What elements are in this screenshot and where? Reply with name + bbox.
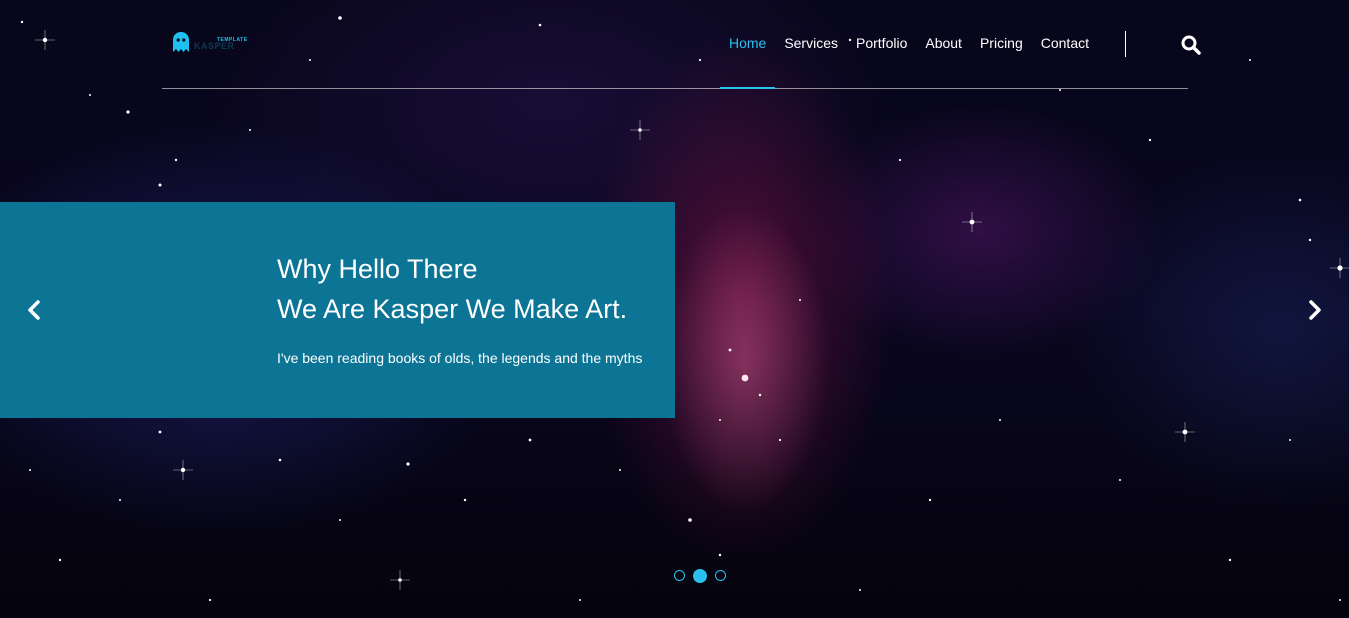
logo-name: KASPER (194, 41, 235, 51)
slider-indicator-1[interactable] (674, 570, 685, 581)
slide-title: Why Hello There We Are Kasper We Make Ar… (277, 249, 627, 329)
slider-prev-button[interactable] (22, 298, 46, 322)
nav-services[interactable]: Services (775, 0, 847, 88)
site-header: TEMPLATE KASPER Home Services Portfolio … (162, 0, 1201, 89)
slider-indicators (674, 569, 726, 583)
slider-indicator-3[interactable] (715, 570, 726, 581)
nav-about[interactable]: About (916, 0, 971, 88)
slider-next-button[interactable] (1303, 298, 1327, 322)
ghost-icon (173, 32, 189, 52)
hero-slider: TEMPLATE KASPER Home Services Portfolio … (0, 0, 1349, 618)
slider-indicator-2[interactable] (693, 569, 707, 583)
slide-title-line-1: Why Hello There (277, 254, 478, 284)
nav-contact[interactable]: Contact (1032, 0, 1098, 88)
nav-home[interactable]: Home (719, 0, 776, 89)
site-logo[interactable]: TEMPLATE KASPER (172, 32, 252, 54)
slide-caption: Why Hello There We Are Kasper We Make Ar… (0, 202, 675, 418)
slide-text: I've been reading books of olds, the leg… (277, 350, 643, 366)
nav-pricing[interactable]: Pricing (971, 0, 1032, 88)
main-nav: Home Services Portfolio About Pricing Co… (719, 0, 1126, 89)
search-button[interactable] (1180, 34, 1202, 56)
chevron-right-icon (1309, 300, 1321, 320)
chevron-left-icon (28, 300, 40, 320)
search-icon (1181, 35, 1201, 55)
slide-title-line-2: We Are Kasper We Make Art. (277, 294, 628, 324)
nav-portfolio[interactable]: Portfolio (847, 0, 916, 88)
nav-divider (1125, 31, 1126, 57)
